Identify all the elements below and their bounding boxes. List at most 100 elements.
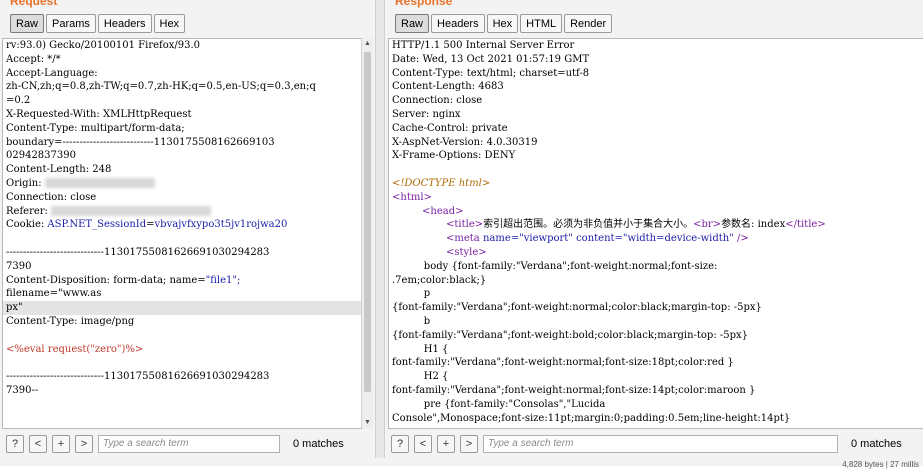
request-line — [3, 356, 370, 370]
css-line: .7em;color:black;} — [392, 274, 487, 286]
response-header-line: Date: Wed, 13 Oct 2021 01:57:19 GMT — [392, 53, 590, 65]
origin-label: Origin: — [6, 177, 45, 189]
response-header-line: Server: nginx — [392, 108, 461, 120]
next-button[interactable]: > — [460, 435, 478, 453]
request-line: boundary=---------------------------1130… — [6, 136, 275, 148]
scroll-up-icon[interactable]: ▲ — [362, 38, 373, 50]
response-tabs: Raw Headers Hex HTML Render — [395, 14, 613, 33]
help-button[interactable]: ? — [6, 435, 24, 453]
title-open-tag: <title> — [446, 219, 484, 231]
match-count: 0 matches — [851, 438, 902, 450]
request-search-bar: ? < + > Type a search term 0 matches — [6, 434, 344, 454]
style-open-line: <style> — [446, 246, 487, 258]
request-scrollbar[interactable]: ▲ ▼ — [361, 38, 373, 429]
css-line: font-family:"Verdana";font-weight:normal… — [392, 357, 734, 369]
request-line: =0.2 — [6, 95, 31, 107]
response-editor[interactable]: HTTP/1.1 500 Internal Server Error Date:… — [388, 38, 923, 429]
html-open-line: <html> — [392, 191, 432, 203]
request-line: Content-Type: image/png — [6, 315, 135, 327]
response-header-line: HTTP/1.1 500 Internal Server Error — [392, 40, 575, 51]
tab-hex[interactable]: Hex — [486, 14, 519, 33]
redacted-block — [44, 178, 155, 189]
title-line: <title>索引超出范围。必须为非负值并小于集合大小。<br>参数名: ind… — [389, 218, 923, 232]
css-line: b — [392, 315, 431, 327]
css-line: {font-family:"Verdana";font-weight:norma… — [392, 302, 762, 314]
tab-raw[interactable]: Raw — [395, 14, 430, 33]
request-title: Request — [10, 0, 58, 8]
cookie-value: vbvajvfxypo3t5jv1rojwa20 — [154, 219, 288, 231]
scroll-down-icon[interactable]: ▼ — [362, 417, 373, 429]
prev-button[interactable]: < — [29, 435, 47, 453]
panel-splitter[interactable] — [375, 0, 385, 466]
tab-params[interactable]: Params — [46, 14, 96, 33]
request-line: Content-Length: 248 — [6, 164, 112, 176]
help-button[interactable]: ? — [391, 435, 409, 453]
tab-headers[interactable]: Headers — [431, 14, 485, 33]
tab-hex[interactable]: Hex — [153, 14, 186, 33]
tab-html[interactable]: HTML — [520, 14, 563, 33]
response-header-line: Content-Length: 4683 — [392, 81, 504, 93]
redacted-block — [51, 206, 212, 217]
request-line-highlight: px" — [3, 301, 370, 315]
tab-headers[interactable]: Headers — [97, 14, 152, 33]
css-line: body {font-family:"Verdana";font-weight:… — [392, 260, 718, 272]
referer-label: Referer: — [6, 205, 52, 217]
head-open-line: <head> — [422, 205, 464, 217]
request-line: 7390-- — [6, 384, 39, 396]
scroll-thumb[interactable] — [364, 52, 371, 392]
cookie-label: Cookie: — [6, 219, 48, 231]
add-button[interactable]: + — [52, 435, 70, 453]
request-line: Content-Type: multipart/form-data; — [6, 122, 185, 134]
status-text: 4,828 bytes | 27 millis — [842, 460, 919, 469]
title-text: 索引超出范围。必须为非负值并小于集合大小。 — [483, 219, 694, 231]
response-header-line: X-AspNet-Version: 4.0.30319 — [392, 136, 538, 148]
request-line: 02942837390 — [6, 150, 76, 162]
request-line-payload: <%eval request("zero")%> — [6, 343, 144, 355]
request-line-origin: Origin: — [3, 177, 370, 191]
css-line: {font-family:"Verdana";font-weight:bold;… — [392, 329, 749, 341]
tab-raw[interactable]: Raw — [10, 14, 45, 33]
doctype-line: <!DOCTYPE html> — [392, 177, 491, 189]
tab-render[interactable]: Render — [564, 14, 613, 33]
css-line: Console",Monospace;font-size:11pt;margin… — [392, 412, 791, 424]
request-line: Connection: close — [6, 191, 97, 203]
request-panel: Request Raw Params Headers Hex rv:93.0) … — [0, 0, 375, 466]
response-header-line: Cache-Control: private — [392, 122, 508, 134]
request-line — [3, 329, 370, 343]
match-count: 0 matches — [293, 438, 344, 450]
title-text-2: 参数名: index — [721, 219, 786, 231]
search-input[interactable]: Type a search term — [98, 435, 280, 453]
add-button[interactable]: + — [437, 435, 455, 453]
css-line: pre {font-family:"Consolas","Lucida — [392, 398, 606, 410]
meta-name-value: "viewport" — [519, 233, 573, 245]
request-editor[interactable]: rv:93.0) Gecko/20100101 Firefox/93.0 Acc… — [2, 38, 371, 429]
title-close-tag: </title> — [785, 219, 826, 231]
request-line-referer: Referer: — [3, 205, 370, 219]
request-line: rv:93.0) Gecko/20100101 Firefox/93.0 — [6, 40, 201, 51]
css-line: font-family:"Verdana";font-weight:normal… — [392, 384, 756, 396]
meta-name-attr: name= — [482, 233, 520, 245]
request-line: 7390 — [6, 260, 32, 272]
request-line: zh-CN,zh;q=0.8,zh-TW;q=0.7,zh-HK;q=0.5,e… — [6, 81, 316, 93]
meta-line: <meta name="viewport" content="width=dev… — [389, 232, 923, 246]
next-button[interactable]: > — [75, 435, 93, 453]
response-search-bar: ? < + > Type a search term 0 matches — [391, 434, 902, 454]
cookie-eq: = — [146, 219, 155, 231]
response-header-line: Content-Type: text/html; charset=utf-8 — [392, 67, 590, 79]
cookie-name: ASP.NET_SessionId — [47, 219, 147, 231]
request-line-cookie: Cookie: ASP.NET_SessionId=vbvajvfxypo3t5… — [3, 218, 370, 232]
css-line: H2 { — [392, 371, 449, 383]
search-input[interactable]: Type a search term — [483, 435, 838, 453]
request-line: Accept: */* — [6, 53, 61, 65]
br-tag: <br> — [693, 219, 722, 231]
request-line-disposition: Content-Disposition: form-data; name="fi… — [3, 274, 370, 288]
response-header-line: Connection: close — [392, 95, 483, 107]
request-line: -----------------------------11301755081… — [6, 371, 270, 383]
request-line: X-Requested-With: XMLHttpRequest — [6, 108, 192, 120]
prev-button[interactable]: < — [414, 435, 432, 453]
status-bar: 4,828 bytes | 27 millis — [0, 458, 923, 469]
meta-content-value: "width=device-width" — [622, 233, 734, 245]
meta-tag: <meta — [446, 233, 483, 245]
request-line: -----------------------------11301755081… — [6, 246, 270, 258]
